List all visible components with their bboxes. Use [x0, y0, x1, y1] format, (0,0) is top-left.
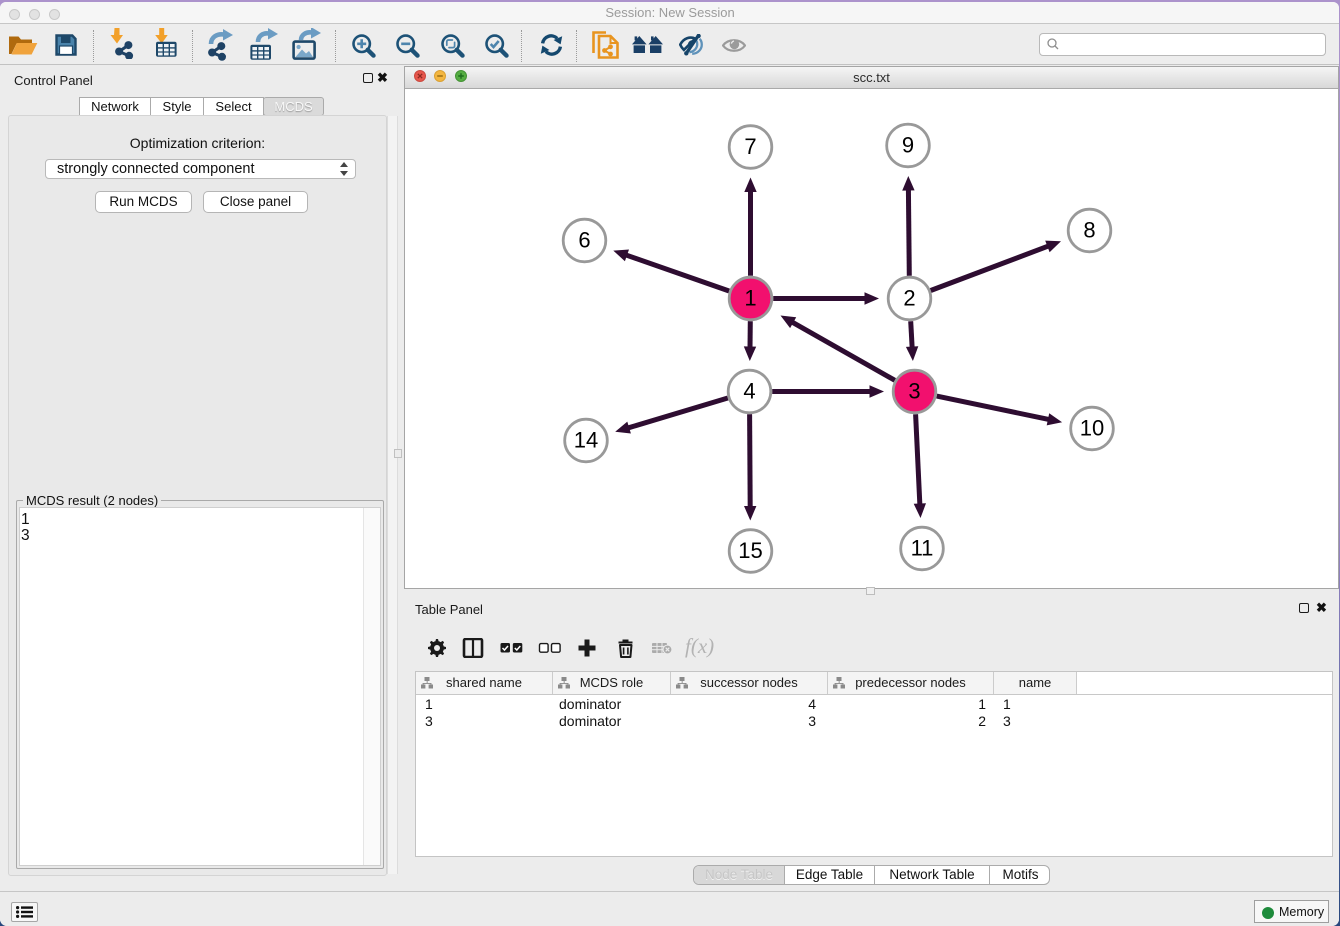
svg-text:10: 10	[1080, 415, 1104, 440]
svg-text:14: 14	[574, 427, 598, 452]
svg-text:8: 8	[1083, 217, 1095, 242]
svg-text:9: 9	[902, 132, 914, 157]
svg-text:15: 15	[738, 538, 762, 563]
svg-text:2: 2	[903, 285, 915, 310]
svg-text:3: 3	[908, 378, 920, 403]
svg-text:1: 1	[744, 285, 756, 310]
svg-text:4: 4	[743, 378, 755, 403]
svg-text:7: 7	[744, 134, 756, 159]
svg-text:11: 11	[911, 535, 934, 560]
svg-text:6: 6	[578, 227, 590, 252]
